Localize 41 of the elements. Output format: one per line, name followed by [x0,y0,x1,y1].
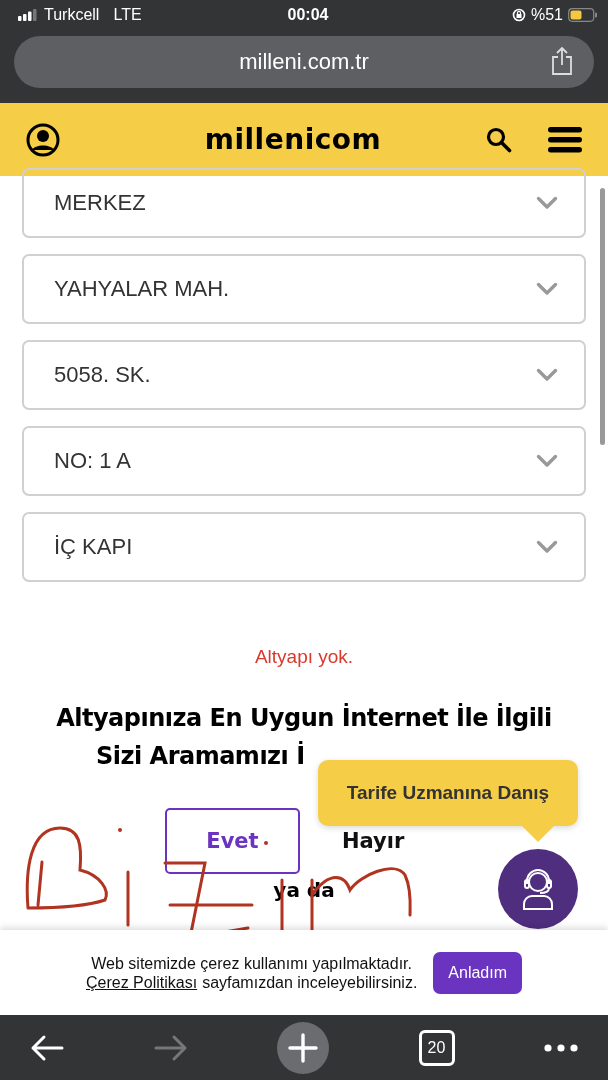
battery-icon [568,8,598,22]
cookie-text: sayfamızdan inceleyebilirsiniz. [202,972,418,992]
chevron-down-icon [536,196,558,210]
tabs-count-button[interactable]: 20 [418,1029,455,1066]
rotation-lock-icon [511,8,526,22]
signal-icon [18,9,38,21]
user-icon[interactable] [26,122,60,157]
answer-button[interactable]: Evet [165,808,300,874]
accept-button[interactable]: Anladım [433,951,523,994]
chevron-down-icon [536,368,558,382]
cookie-text: Web sitemizde çerez kullanımı yapılmaktadır. [90,953,413,973]
battery-percent: %51 [530,6,563,24]
chevron-down-icon [536,454,558,468]
url-text: milleni.com.tr [239,49,369,75]
select-field[interactable]: MERKEZ [22,168,586,238]
scroll-bar[interactable] [600,188,605,445]
handwriting-stroke [126,870,130,927]
site-logo[interactable]: millenicom [204,123,382,156]
handwriting-dot [264,841,268,845]
menu-icon[interactable] [548,125,582,154]
status-message: Altyapı yok. [253,646,355,668]
search-icon[interactable] [486,126,512,153]
network-type: LTE [113,6,142,24]
select-field[interactable]: NO: 1 A [22,426,586,496]
back-arrow-icon[interactable] [30,1033,64,1062]
question-heading: Sizi Aramamızı İ [95,742,306,770]
tooltip-text: Tarife Uzmanına Danış [346,782,550,804]
select-field[interactable]: İÇ KAPI [22,512,586,582]
select-field[interactable]: YAHYALAR MAH. [22,254,586,324]
select-field[interactable]: 5058. SK. [22,340,586,410]
new-tab-icon[interactable] [277,1021,329,1074]
share-icon[interactable] [550,46,574,76]
policy-link[interactable]: Çerez Politikası [85,972,198,992]
clock-time: 00:04 [287,6,329,24]
more-icon[interactable] [544,1043,578,1052]
carrier-name: Turkcell [44,6,100,24]
question-heading: Altyapınıza En Uygun İnternet İle İlgili [55,704,553,732]
chevron-down-icon [536,540,558,554]
chevron-down-icon [536,282,558,296]
handwriting-dot [118,828,122,832]
address-bar[interactable]: milleni.com.tr [14,36,594,88]
